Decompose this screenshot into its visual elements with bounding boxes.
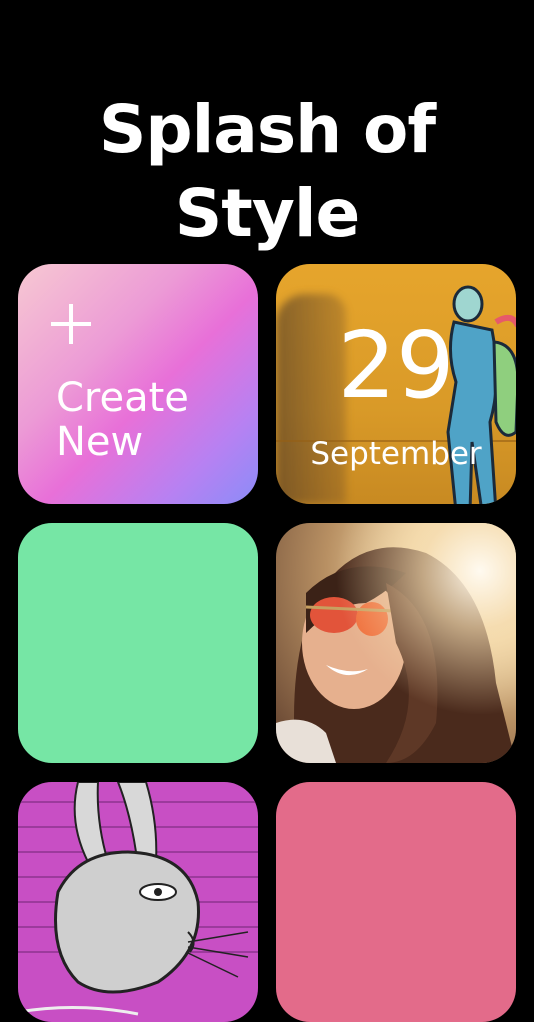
create-new-tile[interactable]: Create New <box>18 264 258 504</box>
date-month-label: September <box>310 436 482 472</box>
create-label-line2: New <box>56 419 144 465</box>
solid-color-tile-pink[interactable] <box>276 782 516 1022</box>
date-day-number: 29 <box>337 312 455 419</box>
plus-icon <box>51 304 91 344</box>
create-label-line1: Create <box>56 375 189 421</box>
create-new-label: Create New <box>56 376 189 464</box>
portrait-photo-image <box>276 523 516 763</box>
portrait-photo-tile[interactable] <box>276 523 516 763</box>
rabbit-art-tile[interactable] <box>18 782 258 1022</box>
page-title: Splash of Style <box>98 91 436 252</box>
rabbit-art-image <box>18 782 258 1016</box>
solid-color-tile-green[interactable] <box>18 523 258 763</box>
date-widget-tile[interactable]: 29 September <box>276 264 516 504</box>
